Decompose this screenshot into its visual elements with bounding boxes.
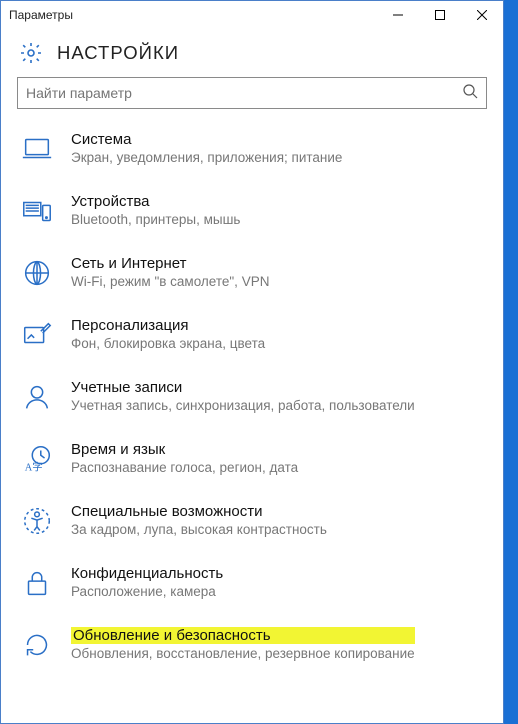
lock-icon xyxy=(19,565,55,601)
devices-icon xyxy=(19,193,55,229)
category-accounts[interactable]: Учетные записи Учетная запись, синхрониз… xyxy=(13,367,491,429)
category-title: Время и язык xyxy=(71,441,298,458)
category-subtitle: За кадром, лупа, высокая контрастность xyxy=(71,522,327,537)
category-network[interactable]: Сеть и Интернет Wi-Fi, режим "в самолете… xyxy=(13,243,491,305)
category-time-language[interactable]: A字 Время и язык Распознавание голоса, ре… xyxy=(13,429,491,491)
window-title: Параметры xyxy=(9,8,73,22)
settings-window: Параметры НАСТРОЙКИ xyxy=(0,0,504,724)
person-icon xyxy=(19,379,55,415)
category-privacy[interactable]: Конфиденциальность Расположение, камера xyxy=(13,553,491,615)
globe-icon xyxy=(19,255,55,291)
titlebar: Параметры xyxy=(1,1,503,29)
search-input[interactable] xyxy=(26,85,462,101)
time-language-icon: A字 xyxy=(19,441,55,477)
paint-icon xyxy=(19,317,55,353)
maximize-button[interactable] xyxy=(419,1,461,29)
category-subtitle: Экран, уведомления, приложения; питание xyxy=(71,150,342,165)
category-subtitle: Распознавание голоса, регион, дата xyxy=(71,460,298,475)
category-subtitle: Фон, блокировка экрана, цвета xyxy=(71,336,265,351)
accessibility-icon xyxy=(19,503,55,539)
page-title: НАСТРОЙКИ xyxy=(57,42,179,64)
category-title: Сеть и Интернет xyxy=(71,255,269,272)
category-title: Система xyxy=(71,131,342,148)
settings-list: Система Экран, уведомления, приложения; … xyxy=(1,119,503,723)
category-personalization[interactable]: Персонализация Фон, блокировка экрана, ц… xyxy=(13,305,491,367)
category-subtitle: Расположение, камера xyxy=(71,584,223,599)
gear-icon xyxy=(19,41,43,65)
category-devices[interactable]: Устройства Bluetooth, принтеры, мышь xyxy=(13,181,491,243)
category-system[interactable]: Система Экран, уведомления, приложения; … xyxy=(13,119,491,181)
category-update-security[interactable]: Обновление и безопасность Обновления, во… xyxy=(13,615,491,677)
category-subtitle: Bluetooth, принтеры, мышь xyxy=(71,212,240,227)
header: НАСТРОЙКИ xyxy=(1,29,503,77)
category-subtitle: Wi-Fi, режим "в самолете", VPN xyxy=(71,274,269,289)
category-title: Конфиденциальность xyxy=(71,565,223,582)
close-button[interactable] xyxy=(461,1,503,29)
svg-text:A字: A字 xyxy=(25,460,43,473)
category-title: Специальные возможности xyxy=(71,503,327,520)
laptop-icon xyxy=(19,131,55,167)
category-subtitle: Учетная запись, синхронизация, работа, п… xyxy=(71,398,415,413)
category-title: Персонализация xyxy=(71,317,265,334)
category-accessibility[interactable]: Специальные возможности За кадром, лупа,… xyxy=(13,491,491,553)
category-title: Устройства xyxy=(71,193,240,210)
minimize-button[interactable] xyxy=(377,1,419,29)
category-subtitle: Обновления, восстановление, резервное ко… xyxy=(71,646,415,661)
search-icon xyxy=(462,83,478,104)
category-title: Учетные записи xyxy=(71,379,415,396)
update-icon xyxy=(19,627,55,663)
search-field[interactable] xyxy=(17,77,487,109)
category-title: Обновление и безопасность xyxy=(71,627,415,644)
